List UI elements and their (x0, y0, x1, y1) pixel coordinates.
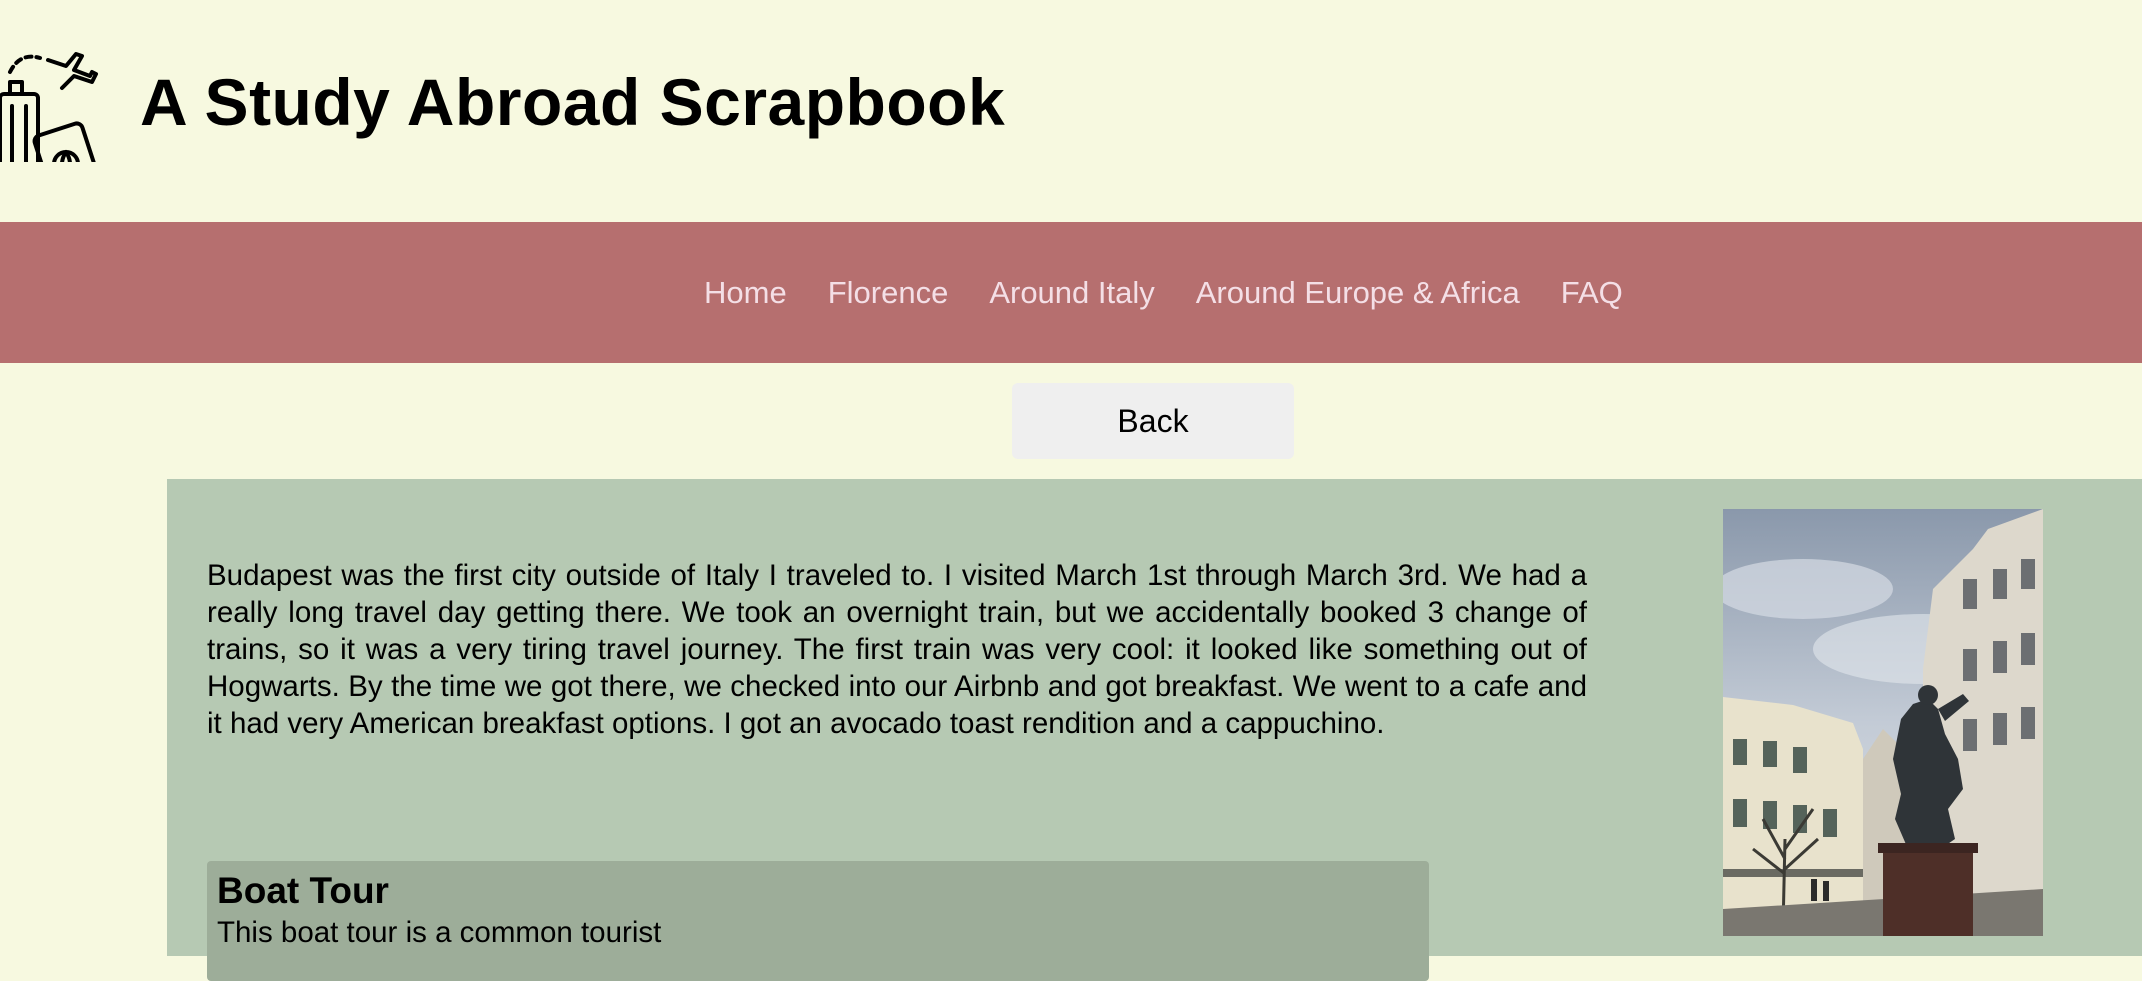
travel-luggage-passport-icon (0, 42, 102, 201)
page-title: A Study Abroad Scrapbook (140, 65, 1006, 139)
nav-link-florence[interactable]: Florence (828, 275, 949, 311)
nav-link-faq[interactable]: FAQ (1561, 275, 1623, 311)
main-nav: Home Florence Around Italy Around Europe… (0, 222, 2142, 363)
boat-tour-card: Boat Tour This boat tour is a common tou… (207, 861, 1429, 981)
nav-link-home[interactable]: Home (704, 275, 787, 311)
budapest-statue-photo (1723, 509, 2043, 936)
boat-tour-text: This boat tour is a common tourist (217, 916, 662, 949)
back-button[interactable]: Back (1012, 383, 1294, 459)
content-panel: Budapest was the first city outside of I… (167, 479, 2142, 981)
nav-list: Home Florence Around Italy Around Europe… (704, 222, 1623, 363)
site-header: A Study Abroad Scrapbook (0, 0, 2142, 222)
nav-link-around-italy[interactable]: Around Italy (989, 275, 1154, 311)
nav-link-around-europe-africa[interactable]: Around Europe & Africa (1196, 275, 1520, 311)
intro-paragraph: Budapest was the first city outside of I… (207, 559, 1587, 740)
boat-tour-title: Boat Tour (217, 870, 389, 911)
